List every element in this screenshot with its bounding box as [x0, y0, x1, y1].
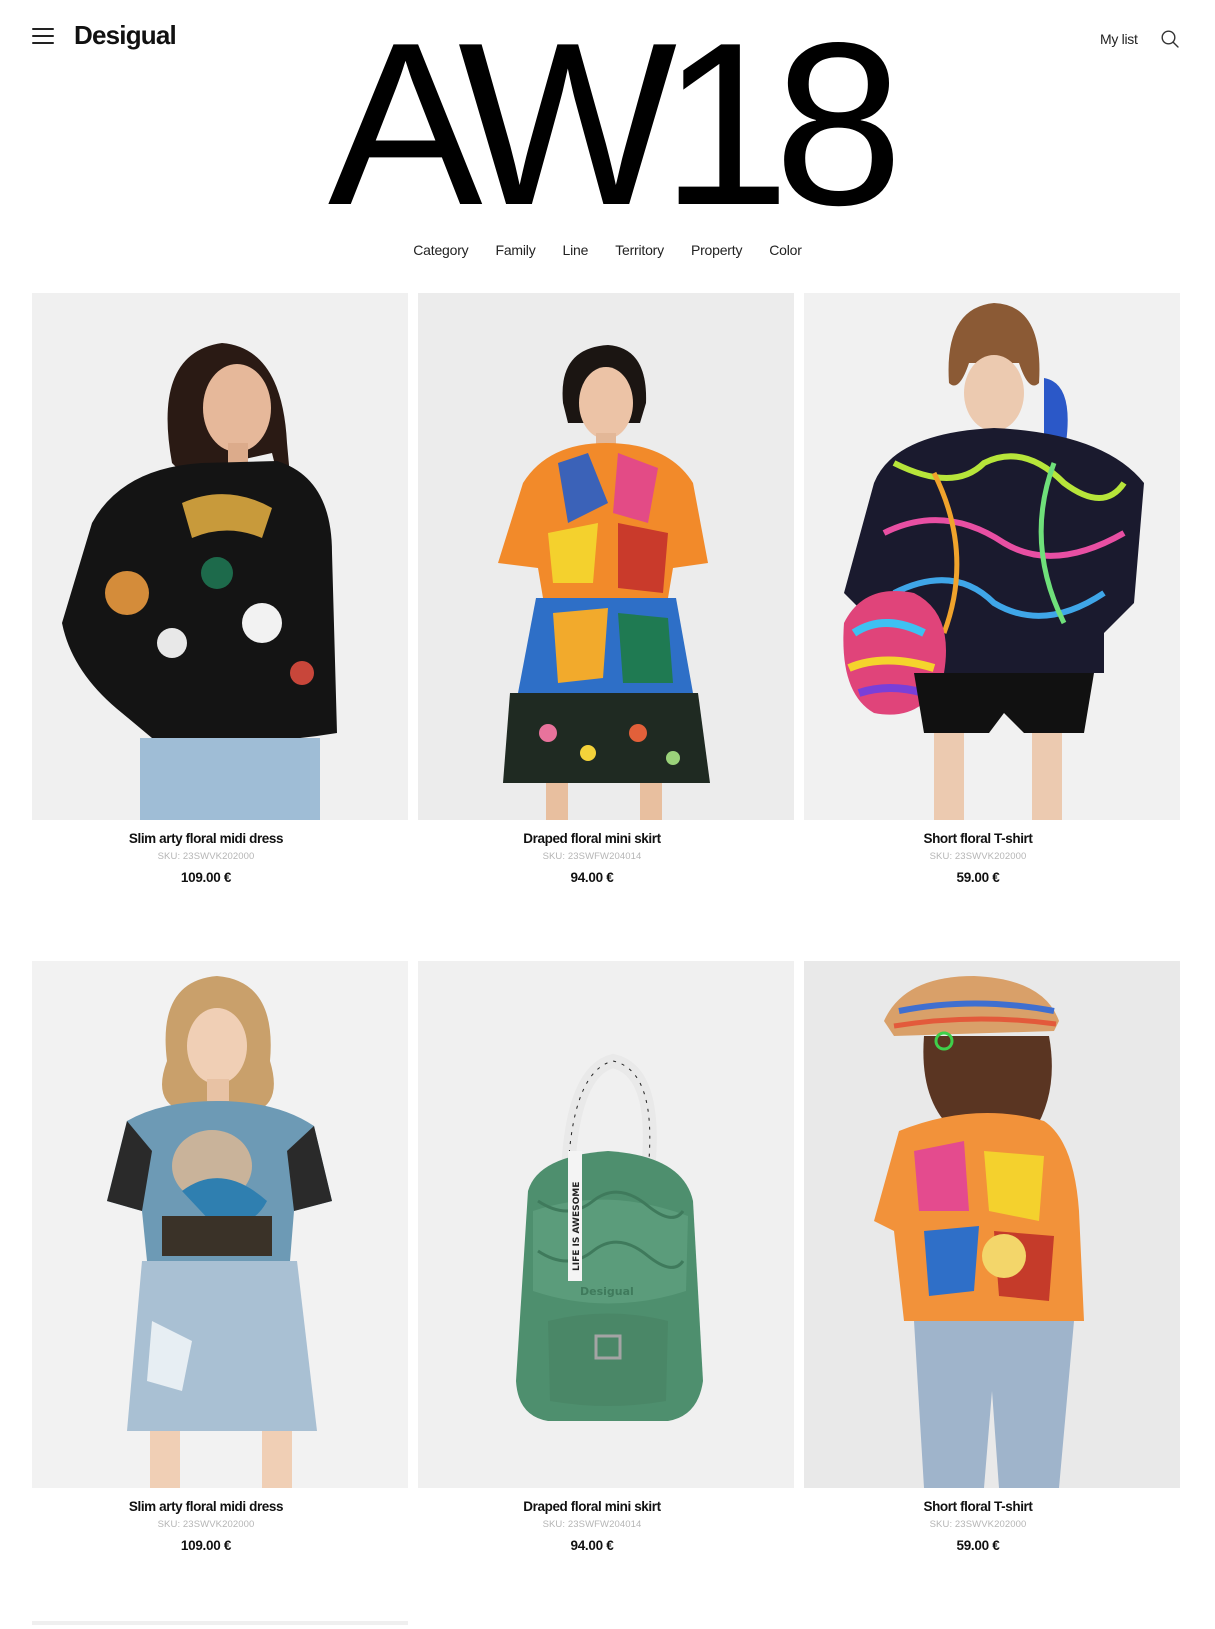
product-image[interactable]: [804, 293, 1180, 820]
product-name[interactable]: Slim arty floral midi dress: [18, 1499, 394, 1514]
product-sku: SKU: 23SWVK202000: [929, 1519, 1027, 1530]
backpack-logo-text: Desigual: [580, 1285, 634, 1298]
product-card[interactable]: Slim arty floral midi dress SKU: 23SWVK2…: [32, 293, 408, 961]
product-image[interactable]: [32, 293, 408, 820]
product-price: 59.00 €: [956, 1538, 1000, 1553]
product-card[interactable]: LIFE IS AWESOME Desigual Draped floral m…: [418, 961, 794, 1629]
product-sku: SKU: 23SWFW204014: [542, 1519, 642, 1530]
product-sku: SKU: 23SWVK202000: [157, 851, 255, 862]
product-card[interactable]: Short floral T-shirt SKU: 23SWVK202000 5…: [804, 293, 1180, 961]
product-image[interactable]: [32, 961, 408, 1488]
filter-bar: Category Family Line Territory Property …: [0, 242, 1215, 258]
filter-family[interactable]: Family: [495, 242, 535, 258]
product-image[interactable]: [418, 293, 794, 820]
product-price: 109.00 €: [180, 870, 232, 885]
page-hero-title: AW18: [327, 0, 903, 254]
filter-line[interactable]: Line: [563, 242, 589, 258]
filter-property[interactable]: Property: [691, 242, 743, 258]
next-row-image-edge: [32, 1621, 408, 1625]
product-image[interactable]: [804, 961, 1180, 1488]
product-price: 59.00 €: [956, 870, 1000, 885]
product-name[interactable]: Slim arty floral midi dress: [18, 831, 394, 846]
product-card[interactable]: Short floral T-shirt SKU: 23SWVK202000 5…: [804, 961, 1180, 1629]
product-grid: Slim arty floral midi dress SKU: 23SWVK2…: [32, 293, 1184, 1629]
product-card[interactable]: Slim arty floral midi dress SKU: 23SWVK2…: [32, 961, 408, 1629]
product-name[interactable]: Short floral T-shirt: [790, 831, 1166, 846]
product-image[interactable]: LIFE IS AWESOME Desigual: [418, 961, 794, 1488]
product-name[interactable]: Draped floral mini skirt: [404, 1499, 780, 1514]
filter-category[interactable]: Category: [413, 242, 468, 258]
product-price: 94.00 €: [570, 870, 614, 885]
filter-territory[interactable]: Territory: [615, 242, 664, 258]
product-card[interactable]: Draped floral mini skirt SKU: 23SWFW2040…: [418, 293, 794, 961]
product-sku: SKU: 23SWVK202000: [929, 851, 1027, 862]
filter-color[interactable]: Color: [769, 242, 802, 258]
product-sku: SKU: 23SWVK202000: [157, 1519, 255, 1530]
product-name[interactable]: Draped floral mini skirt: [404, 831, 780, 846]
product-name[interactable]: Short floral T-shirt: [790, 1499, 1166, 1514]
strap-print-text: LIFE IS AWESOME: [572, 1182, 582, 1271]
product-price: 94.00 €: [570, 1538, 614, 1553]
product-sku: SKU: 23SWFW204014: [542, 851, 642, 862]
product-price: 109.00 €: [180, 1538, 232, 1553]
